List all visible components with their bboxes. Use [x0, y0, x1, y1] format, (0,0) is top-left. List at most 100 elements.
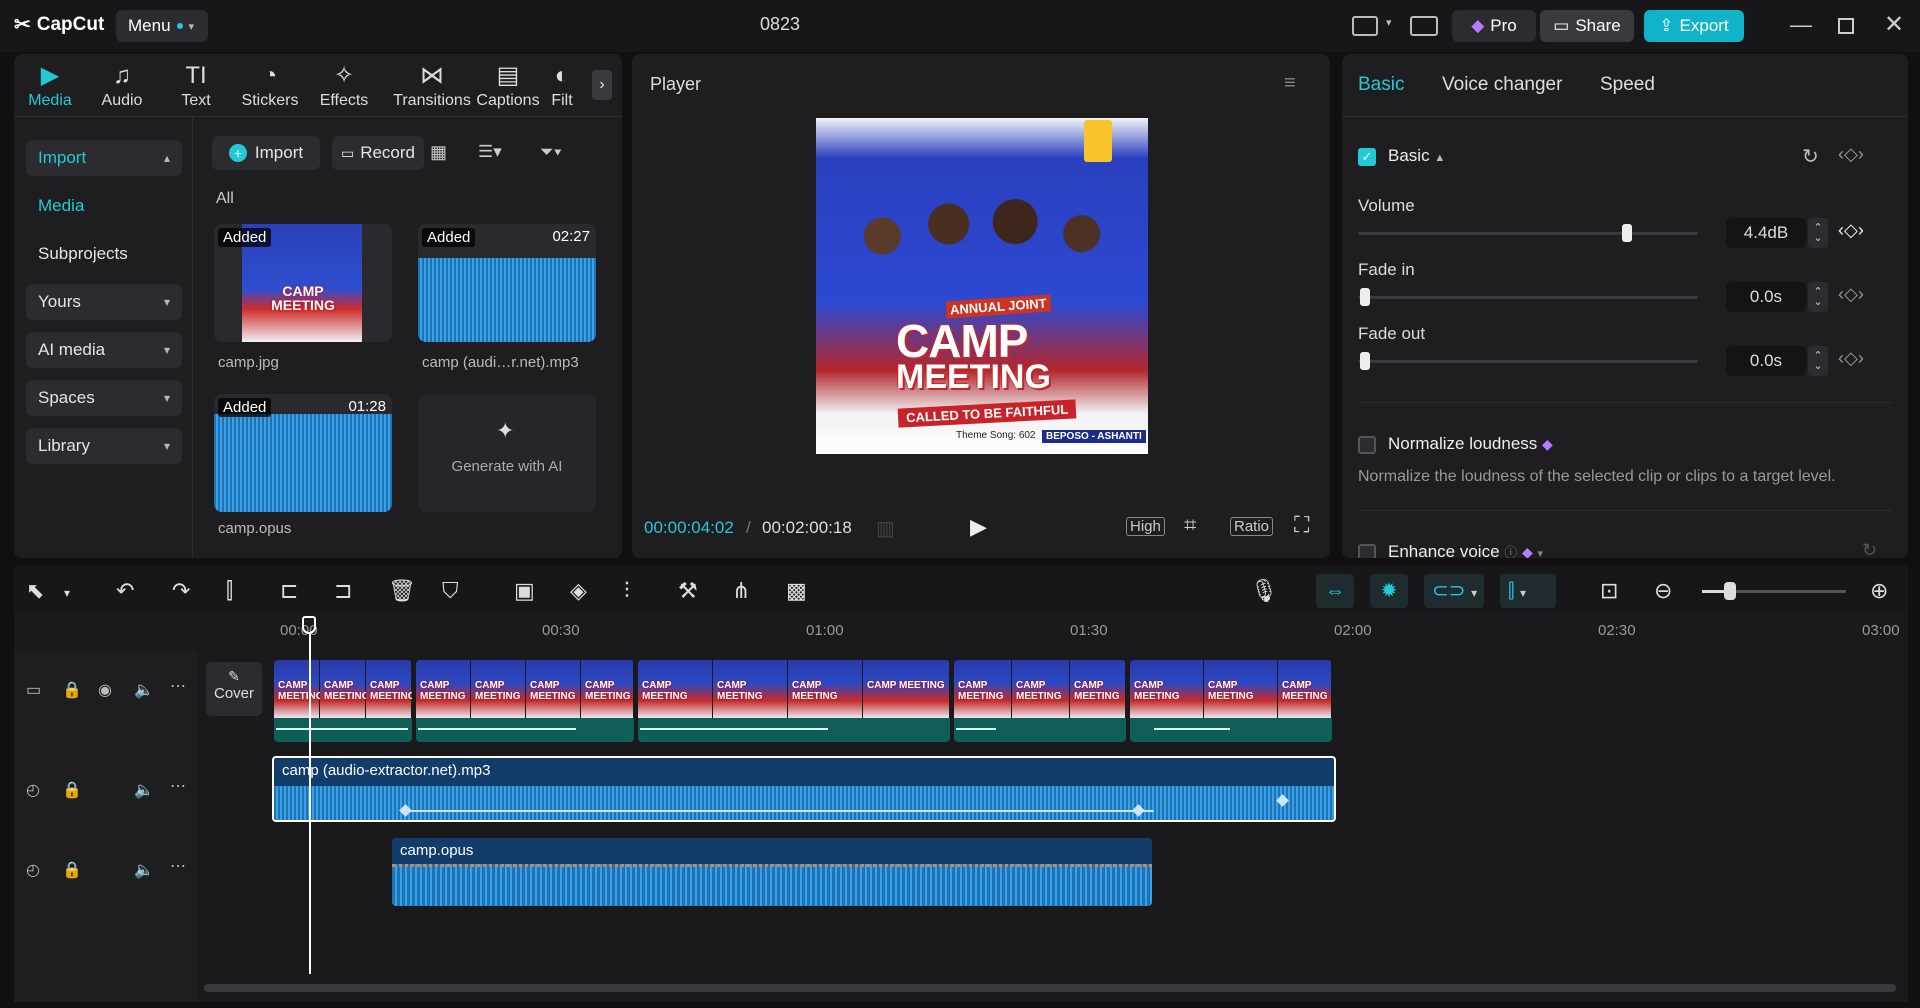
fade-out-slider[interactable]: [1358, 360, 1698, 363]
redo-icon[interactable]: ↷: [172, 578, 190, 604]
keyboard-icon[interactable]: [1410, 16, 1438, 36]
fade-out-value[interactable]: 0.0s: [1726, 346, 1806, 376]
sidebar-item-import[interactable]: Import ▴: [26, 140, 182, 176]
fade-in-slider-knob[interactable]: [1360, 288, 1370, 306]
fade-out-keyframe-icon[interactable]: ‹◇›: [1838, 348, 1864, 369]
basic-section-title[interactable]: Basic ▲: [1388, 146, 1445, 166]
select-cursor-icon[interactable]: ⬉: [26, 578, 44, 604]
zoom-in-icon[interactable]: ⊕: [1870, 578, 1888, 604]
keyframe-nav-icon[interactable]: ‹◇›: [1838, 144, 1864, 165]
sidebar-item-subprojects[interactable]: Subprojects: [26, 236, 182, 272]
lock-icon[interactable]: 🔒: [62, 860, 82, 880]
eye-icon[interactable]: ◉: [98, 680, 112, 700]
media-item-camp-mp3[interactable]: Added 02:27: [418, 224, 596, 342]
volume-slider-knob[interactable]: [1621, 224, 1632, 242]
pro-button[interactable]: ◆ Pro: [1452, 10, 1536, 42]
volume-value[interactable]: 4.4dB: [1726, 218, 1806, 248]
maximize-icon[interactable]: [1838, 18, 1854, 34]
audio-wave-icon[interactable]: ⋔: [732, 578, 750, 604]
tab-filters[interactable]: ◐ Filt: [542, 62, 582, 110]
tab-voice-changer[interactable]: Voice changer: [1442, 74, 1562, 96]
adjust-icon[interactable]: ⫶: [624, 578, 630, 604]
enhance-checkbox[interactable]: [1358, 544, 1376, 558]
play-button[interactable]: ▶: [970, 514, 987, 540]
video-clip[interactable]: CAMP MEETING CAMP MEETING CAMP MEETING C…: [416, 660, 634, 742]
undo-icon[interactable]: ↶: [116, 578, 134, 604]
sidebar-item-media[interactable]: Media: [26, 188, 182, 224]
tab-captions[interactable]: ▤ Captions: [472, 62, 544, 110]
media-item-camp-opus[interactable]: Added 01:28: [214, 394, 392, 512]
fit-timeline-icon[interactable]: ⊡: [1600, 578, 1618, 604]
zoom-out-icon[interactable]: ⊖: [1654, 578, 1672, 604]
filter-funnel-icon[interactable]: ⏷▾: [540, 142, 562, 162]
add-marker-icon[interactable]: ▣: [514, 578, 535, 604]
layout-icon[interactable]: [1352, 16, 1378, 36]
normalize-checkbox[interactable]: [1358, 436, 1376, 454]
shield-icon[interactable]: ⛉: [442, 578, 459, 604]
volume-slider[interactable]: [1358, 232, 1698, 235]
fullscreen-icon[interactable]: ⛶: [1294, 512, 1309, 538]
tab-stickers[interactable]: ◔ Stickers: [234, 62, 306, 110]
ratio-button[interactable]: Ratio: [1230, 517, 1274, 536]
grid-view-icon[interactable]: ▦: [430, 142, 447, 163]
more-icon[interactable]: ⋯: [170, 676, 186, 696]
record-button[interactable]: ▭ Record: [332, 136, 424, 170]
import-button[interactable]: + Import: [212, 136, 320, 170]
fade-out-slider-knob[interactable]: [1360, 352, 1370, 370]
video-preview[interactable]: ANNUAL JOINT CAMP MEETING CALLED TO BE F…: [816, 118, 1148, 454]
lock-icon[interactable]: 🔒: [62, 680, 82, 700]
fade-in-keyframe-icon[interactable]: ‹◇›: [1838, 284, 1864, 305]
split-icon[interactable]: ⫿: [226, 578, 233, 604]
fade-in-stepper[interactable]: ⌃ ⌄: [1808, 282, 1828, 312]
zoom-slider-knob[interactable]: [1724, 582, 1736, 600]
project-title[interactable]: 0823: [760, 14, 800, 35]
microphone-icon[interactable]: 🎙: [1250, 578, 1278, 604]
video-clip[interactable]: CAMP MEETING CAMP MEETING CAMP MEETING: [1130, 660, 1332, 742]
filter-all-label[interactable]: All: [216, 190, 234, 208]
minimize-icon[interactable]: —: [1790, 12, 1812, 38]
tab-speed[interactable]: Speed: [1600, 74, 1655, 96]
playhead-line[interactable]: [309, 634, 311, 974]
delete-icon[interactable]: 🗑: [388, 578, 416, 604]
preview-axis-button[interactable]: ⫿ ▾: [1500, 574, 1556, 608]
speaker-icon[interactable]: 🔈: [134, 680, 154, 700]
audio-clip-opus[interactable]: camp.opus: [392, 838, 1152, 906]
basic-checkbox[interactable]: ✓: [1358, 148, 1376, 166]
speaker-icon[interactable]: 🔈: [134, 780, 154, 800]
close-icon[interactable]: ✕: [1884, 10, 1904, 39]
volume-keyframe-icon[interactable]: ‹◇›: [1838, 220, 1864, 241]
speaker-icon[interactable]: 🔈: [134, 860, 154, 880]
fade-in-slider[interactable]: [1358, 296, 1698, 299]
link-clips-button[interactable]: ⇔: [1316, 574, 1354, 608]
tabs-scroll-right-button[interactable]: ›: [592, 70, 612, 100]
player-menu-icon[interactable]: ≡: [1284, 72, 1296, 95]
export-button[interactable]: ⇪ Export: [1644, 10, 1744, 42]
split-left-icon[interactable]: ⊏: [280, 578, 298, 604]
sort-icon[interactable]: ☰▾: [478, 142, 502, 162]
quality-button[interactable]: High: [1126, 517, 1165, 536]
tab-text[interactable]: TI Text: [160, 62, 232, 110]
split-right-icon[interactable]: ⊐: [334, 578, 352, 604]
cover-button[interactable]: ✎ Cover: [206, 662, 262, 716]
menu-button[interactable]: Menu ▾: [116, 10, 208, 42]
freeze-frame-icon[interactable]: ▩: [786, 578, 807, 604]
enhance-reset-icon[interactable]: ↻: [1862, 540, 1877, 558]
sidebar-item-ai-media[interactable]: AI media ▾: [26, 332, 182, 368]
lock-icon[interactable]: 🔒: [62, 780, 82, 800]
fade-out-stepper[interactable]: ⌃ ⌄: [1808, 346, 1828, 376]
share-button[interactable]: ▭ Share: [1540, 10, 1634, 42]
tab-effects[interactable]: ✧ Effects: [308, 62, 380, 110]
timeline-scrollbar[interactable]: [204, 984, 1896, 992]
audio-clip-mp3[interactable]: camp (audio-extractor.net).mp3: [272, 756, 1336, 822]
linkage-button[interactable]: ⊂⊃ ▾: [1424, 574, 1484, 608]
reset-icon[interactable]: ↻: [1802, 144, 1819, 169]
tab-media[interactable]: ▶ Media: [14, 62, 86, 110]
tab-audio[interactable]: ♫ Audio: [86, 62, 158, 110]
timeline-grid-icon[interactable]: ▥: [876, 516, 895, 541]
sidebar-item-spaces[interactable]: Spaces ▾: [26, 380, 182, 416]
more-icon[interactable]: ⋯: [170, 776, 186, 796]
snap-button[interactable]: ✹: [1370, 574, 1408, 608]
magic-wand-icon[interactable]: ⚒: [678, 578, 698, 604]
ai-cutout-icon[interactable]: ◈: [570, 578, 587, 604]
chevron-down-icon[interactable]: ▾: [1386, 16, 1392, 29]
